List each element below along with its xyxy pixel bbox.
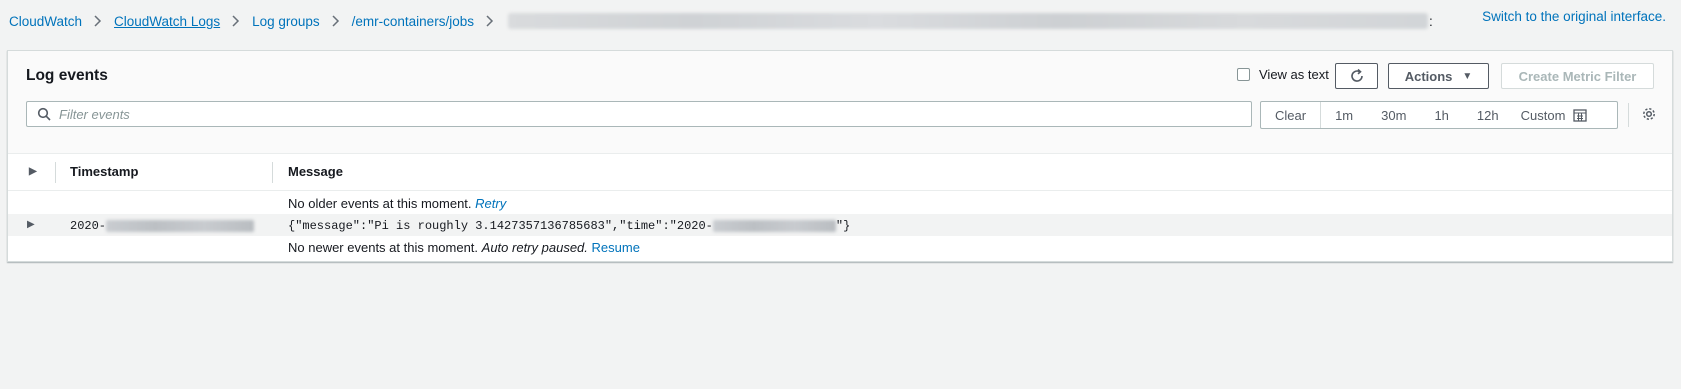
- redacted-log-stream-name: [507, 13, 1428, 29]
- time-range-1m[interactable]: 1m: [1321, 102, 1367, 128]
- event-message-prefix: {"message":"Pi is roughly 3.142735713678…: [288, 219, 713, 233]
- expand-all-triangle-icon[interactable]: ▶: [29, 166, 37, 177]
- retry-link[interactable]: Retry: [475, 196, 506, 211]
- time-range-custom[interactable]: Custom: [1513, 102, 1598, 128]
- resume-link[interactable]: Resume: [592, 240, 640, 255]
- view-as-text-label: View as text: [1259, 67, 1329, 82]
- caret-down-icon: ▼: [1462, 70, 1473, 82]
- expand-triangle-icon[interactable]: ▶: [27, 219, 35, 230]
- time-range-clear[interactable]: Clear: [1261, 102, 1322, 128]
- chevron-right-icon: [93, 15, 103, 27]
- table-row[interactable]: ▶ 2020- {"message":"Pi is roughly 3.1427…: [8, 214, 1672, 236]
- event-message: {"message":"Pi is roughly 3.142735713678…: [288, 219, 850, 233]
- gear-icon[interactable]: [1641, 106, 1657, 122]
- create-metric-filter-button[interactable]: Create Metric Filter: [1501, 63, 1654, 89]
- no-older-events-row: No older events at this moment. Retry: [8, 192, 1672, 214]
- actions-dropdown-button[interactable]: Actions ▼: [1388, 63, 1489, 89]
- chevron-right-icon: [485, 15, 495, 27]
- breadcrumb-cloudwatch[interactable]: CloudWatch: [9, 14, 82, 29]
- column-header-message[interactable]: Message: [288, 164, 343, 179]
- breadcrumb-cloudwatch-logs[interactable]: CloudWatch Logs: [114, 14, 220, 29]
- breadcrumb-trailing-colon: :: [1428, 13, 1433, 29]
- refresh-icon: [1349, 68, 1365, 84]
- column-divider: [272, 162, 273, 183]
- breadcrumb-log-groups[interactable]: Log groups: [252, 14, 320, 29]
- filter-events-field[interactable]: [26, 101, 1252, 127]
- column-divider: [55, 162, 56, 183]
- no-older-events-text: No older events at this moment.: [288, 196, 472, 211]
- no-newer-events-text: No newer events at this moment.: [288, 240, 479, 255]
- panel-title: Log events: [26, 67, 108, 84]
- redacted-time-value: [712, 220, 836, 232]
- time-range-12h[interactable]: 12h: [1463, 102, 1513, 128]
- time-range-custom-label: Custom: [1520, 107, 1566, 123]
- column-header-timestamp[interactable]: Timestamp: [70, 164, 138, 179]
- event-message-suffix: "}: [835, 219, 851, 233]
- redacted-timestamp: [106, 220, 255, 232]
- panel-header: Log events View as text Actions ▼ Create…: [8, 51, 1672, 154]
- table-header: ▶ Timestamp Message: [8, 154, 1672, 191]
- event-timestamp-prefix: 2020-: [70, 219, 107, 233]
- breadcrumb: CloudWatch CloudWatch Logs Log groups /e…: [9, 13, 1433, 29]
- auto-retry-paused-text: Auto retry paused.: [481, 240, 588, 255]
- no-newer-events-row: No newer events at this moment. Auto ret…: [8, 236, 1672, 258]
- toolbar-divider: [1628, 103, 1629, 127]
- no-newer-events: No newer events at this moment. Auto ret…: [288, 240, 640, 255]
- search-icon: [37, 107, 51, 121]
- no-older-events: No older events at this moment. Retry: [288, 196, 506, 211]
- refresh-button[interactable]: [1335, 63, 1378, 89]
- filter-events-input[interactable]: [59, 106, 1209, 122]
- chevron-right-icon: [331, 15, 341, 27]
- time-range-30m[interactable]: 30m: [1367, 102, 1420, 128]
- calendar-icon: [1573, 108, 1588, 122]
- switch-interface-link[interactable]: Switch to the original interface.: [1482, 9, 1666, 24]
- time-range-1h[interactable]: 1h: [1420, 102, 1462, 128]
- breadcrumb-log-group[interactable]: /emr-containers/jobs: [352, 14, 474, 29]
- view-as-text-checkbox[interactable]: [1237, 68, 1250, 81]
- view-as-text-toggle[interactable]: View as text: [1237, 67, 1329, 82]
- time-range-selector: Clear 1m 30m 1h 12h Custom: [1260, 101, 1618, 129]
- log-events-panel: Log events View as text Actions ▼ Create…: [7, 50, 1673, 262]
- chevron-right-icon: [231, 15, 241, 27]
- top-bar: CloudWatch CloudWatch Logs Log groups /e…: [0, 0, 1681, 44]
- actions-label: Actions: [1404, 68, 1453, 84]
- event-timestamp: 2020-: [70, 219, 255, 233]
